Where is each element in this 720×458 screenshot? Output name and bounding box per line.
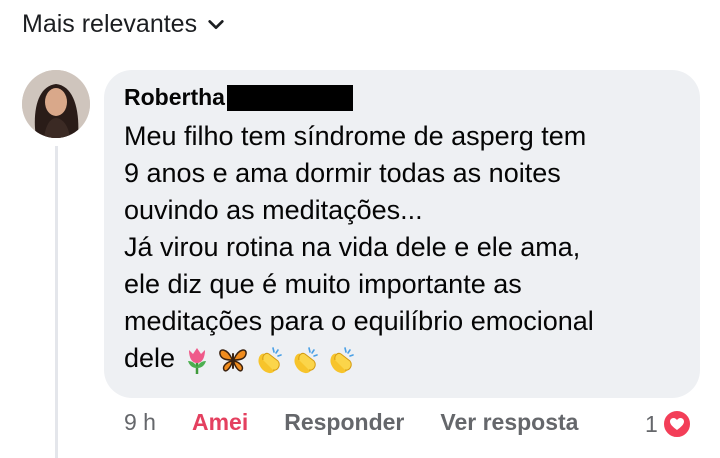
redaction-bar bbox=[226, 84, 353, 111]
comment-line: meditações para o equilíbrio emocional bbox=[124, 306, 594, 336]
heart-icon bbox=[669, 418, 684, 430]
chevron-down-icon bbox=[208, 19, 224, 29]
reaction-summary[interactable]: 1 bbox=[645, 409, 692, 439]
view-reply-button[interactable]: Ver resposta bbox=[440, 409, 578, 436]
comment-line: dele bbox=[124, 343, 176, 373]
comment-last-line: dele bbox=[124, 340, 694, 377]
comment-line: Meu filho tem síndrome de asperg tem bbox=[124, 121, 587, 151]
avatar[interactable] bbox=[22, 70, 90, 138]
heart-reaction bbox=[661, 409, 692, 439]
clapping-hands-emoji bbox=[330, 347, 354, 373]
comment-timestamp[interactable]: 9 h bbox=[124, 409, 156, 436]
comment-line: Já virou rotina na vida dele e ele ama, bbox=[124, 232, 581, 262]
comment-actions: 9 h Amei Responder Ver resposta bbox=[124, 409, 578, 436]
sort-label: Mais relevantes bbox=[22, 10, 198, 38]
comment-line: ouvindo as meditações... bbox=[124, 195, 423, 225]
butterfly-emoji bbox=[219, 349, 247, 372]
comment-text: Meu filho tem síndrome de asperg tem 9 a… bbox=[124, 118, 694, 377]
reaction-count: 1 bbox=[645, 410, 658, 437]
emoji-row bbox=[181, 344, 357, 376]
author-name[interactable]: Robertha bbox=[124, 84, 225, 111]
sort-dropdown[interactable]: Mais relevantes bbox=[22, 10, 225, 39]
comment-line: ele diz que é muito importante as bbox=[124, 269, 522, 299]
avatar-photo bbox=[22, 70, 90, 138]
comment-line: 9 anos e ama dormir todas as noites bbox=[124, 158, 561, 188]
clapping-hands-emoji bbox=[294, 347, 318, 373]
like-button[interactable]: Amei bbox=[192, 409, 248, 436]
reply-button[interactable]: Responder bbox=[284, 409, 404, 436]
comment-author[interactable]: Robertha bbox=[124, 84, 353, 111]
tulip-emoji bbox=[188, 347, 207, 374]
thread-line bbox=[55, 146, 58, 458]
clapping-hands-emoji bbox=[258, 347, 282, 373]
